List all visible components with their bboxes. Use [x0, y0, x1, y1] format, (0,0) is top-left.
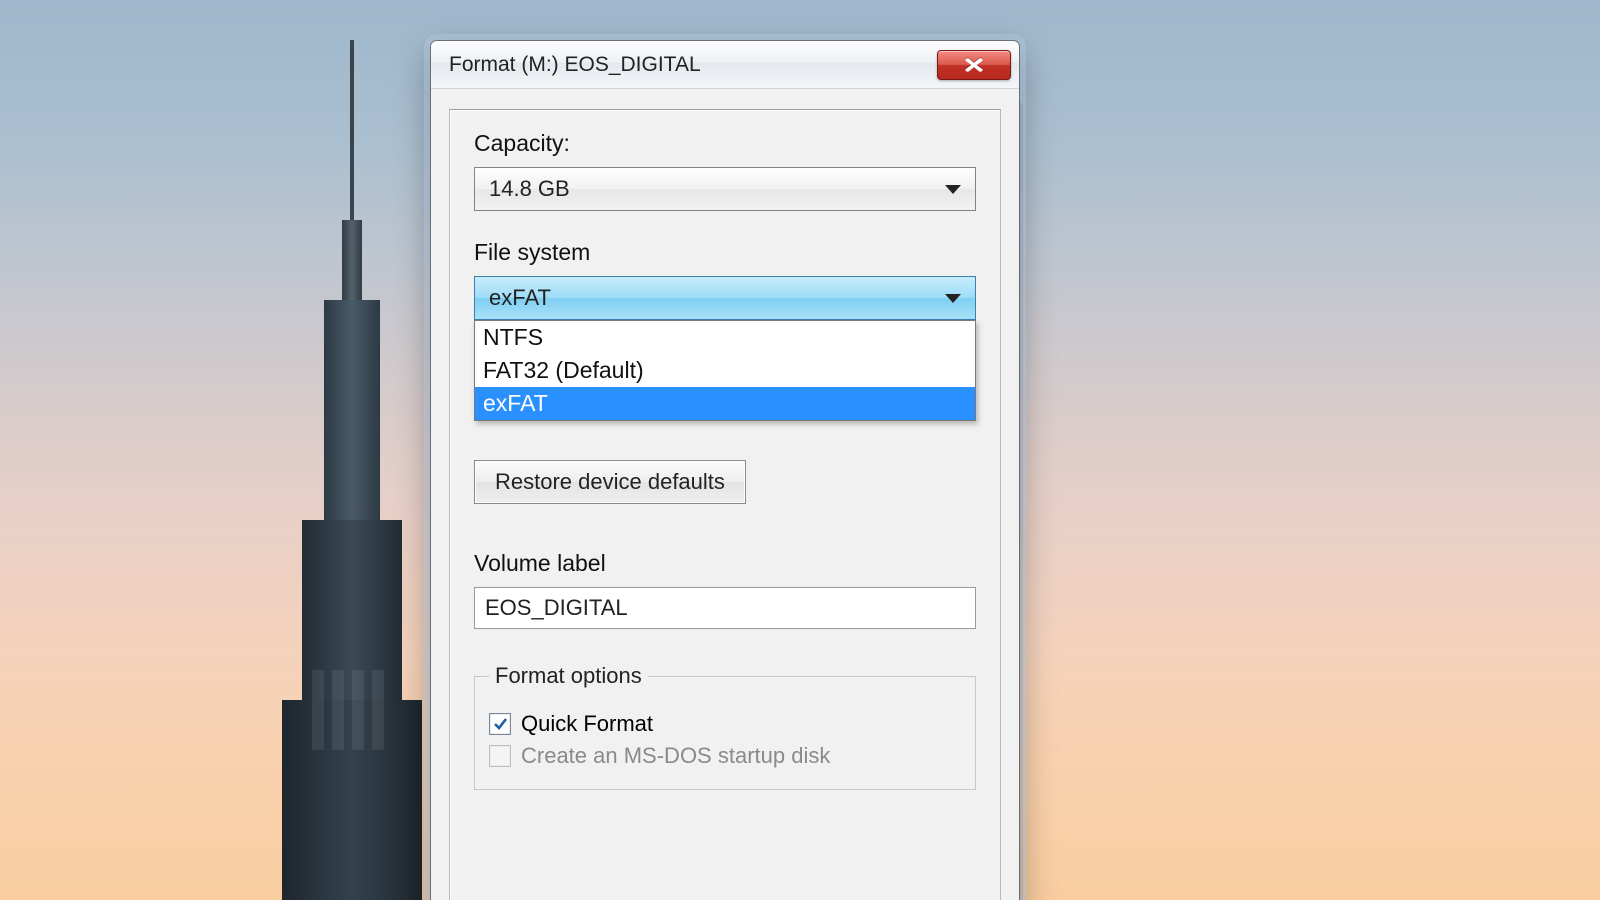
- filesystem-dropdown[interactable]: exFAT NTFS FAT32 (Default) exFAT: [474, 276, 976, 320]
- close-icon: [964, 58, 984, 72]
- capacity-dropdown[interactable]: 14.8 GB: [474, 167, 976, 211]
- volume-label-label: Volume label: [474, 550, 976, 577]
- dialog-body: Capacity: 14.8 GB File system exFAT NTFS…: [431, 89, 1019, 900]
- restore-defaults-button[interactable]: Restore device defaults: [474, 460, 746, 504]
- checkmark-icon: [492, 716, 508, 732]
- format-options-group: Format options Quick Format Create an MS…: [474, 663, 976, 790]
- capacity-value: 14.8 GB: [489, 176, 570, 202]
- volume-label-input[interactable]: [474, 587, 976, 629]
- capacity-label: Capacity:: [474, 130, 976, 157]
- msdos-row: Create an MS-DOS startup disk: [489, 743, 961, 769]
- filesystem-label: File system: [474, 239, 976, 266]
- dialog-title: Format (M:) EOS_DIGITAL: [449, 53, 701, 77]
- filesystem-option-exfat[interactable]: exFAT: [475, 387, 975, 420]
- msdos-label: Create an MS-DOS startup disk: [521, 743, 830, 769]
- quick-format-row[interactable]: Quick Format: [489, 711, 961, 737]
- desktop-wallpaper: Format (M:) EOS_DIGITAL Capacity: 14.8 G…: [0, 0, 1600, 900]
- filesystem-option-ntfs[interactable]: NTFS: [475, 321, 975, 354]
- chevron-down-icon: [945, 294, 961, 303]
- format-dialog: Format (M:) EOS_DIGITAL Capacity: 14.8 G…: [430, 40, 1020, 900]
- quick-format-label: Quick Format: [521, 711, 653, 737]
- close-button[interactable]: [937, 50, 1011, 80]
- titlebar[interactable]: Format (M:) EOS_DIGITAL: [431, 41, 1019, 89]
- msdos-checkbox: [489, 745, 511, 767]
- format-options-legend: Format options: [489, 663, 648, 689]
- filesystem-value: exFAT: [489, 285, 551, 311]
- filesystem-option-fat32[interactable]: FAT32 (Default): [475, 354, 975, 387]
- quick-format-checkbox[interactable]: [489, 713, 511, 735]
- filesystem-dropdown-list[interactable]: NTFS FAT32 (Default) exFAT: [474, 320, 976, 421]
- chevron-down-icon: [945, 185, 961, 194]
- dialog-inner-panel: Capacity: 14.8 GB File system exFAT NTFS…: [449, 109, 1001, 900]
- wallpaper-building: [272, 250, 432, 900]
